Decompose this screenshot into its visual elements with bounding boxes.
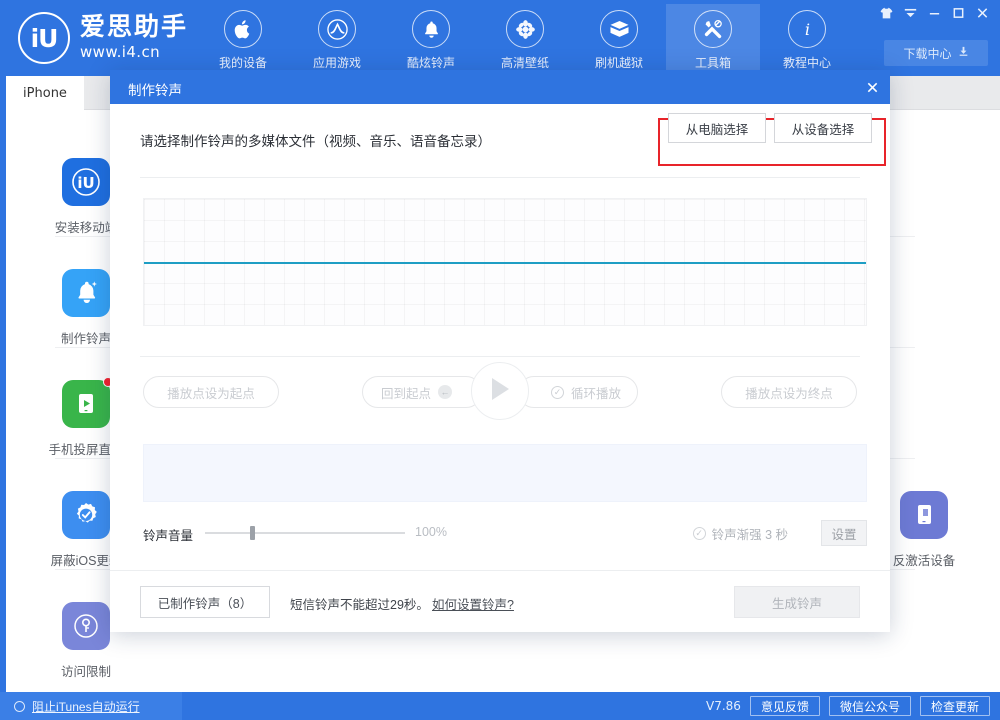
block-itunes-toggle[interactable]: 阻止iTunes自动运行 xyxy=(0,692,182,720)
back-to-start-label: 回到起点 xyxy=(381,383,431,402)
info-icon: i xyxy=(788,10,826,48)
status-bar: 阻止iTunes自动运行 V7.86 意见反馈 微信公众号 检查更新 xyxy=(0,692,1000,720)
generate-ringtone-button[interactable]: 生成铃声 xyxy=(734,586,860,618)
fade-in-label: 铃声渐强 3 秒 xyxy=(712,524,788,543)
tool-label: 反激活设备 xyxy=(893,550,956,569)
dialog-divider xyxy=(140,177,860,178)
loop-play-toggle[interactable]: ✓ 循环播放 xyxy=(518,376,638,408)
source-picker-row: 请选择制作铃声的多媒体文件（视频、音乐、语音备忘录） 从电脑选择 从设备选择 xyxy=(110,104,890,173)
dialog-divider xyxy=(140,356,860,357)
ringtone-bell-icon xyxy=(62,269,110,317)
back-arrow-icon: ← xyxy=(438,385,452,399)
dialog-title: 制作铃声 xyxy=(128,79,182,99)
volume-slider-handle[interactable] xyxy=(250,526,255,540)
picker-instruction: 请选择制作铃声的多媒体文件（视频、音乐、语音备忘录） xyxy=(140,130,491,150)
toggle-circle-icon xyxy=(14,701,25,712)
deactivate-device-icon xyxy=(900,491,948,539)
back-to-start-button[interactable]: 回到起点 ← xyxy=(362,376,482,408)
nav-label: 我的设备 xyxy=(219,54,267,71)
nav-label: 应用游戏 xyxy=(313,54,361,71)
nav-item-flash-jailbreak[interactable]: 刷机越狱 xyxy=(572,4,666,76)
maximize-icon[interactable] xyxy=(946,2,970,24)
timeline-overview-strip[interactable] xyxy=(143,444,867,502)
bell-icon xyxy=(412,10,450,48)
volume-value: 100% xyxy=(415,525,447,539)
screen-cast-icon xyxy=(62,380,110,428)
waveform-canvas[interactable] xyxy=(143,198,867,326)
volume-slider-track[interactable] xyxy=(205,532,405,534)
appstore-icon xyxy=(318,10,356,48)
set-start-label: 播放点设为起点 xyxy=(167,383,255,402)
flower-icon xyxy=(506,10,544,48)
svg-text:i: i xyxy=(804,20,809,39)
skin-icon[interactable] xyxy=(874,2,898,24)
version-label: V7.86 xyxy=(706,699,741,713)
check-update-button[interactable]: 检查更新 xyxy=(920,696,990,716)
close-icon[interactable] xyxy=(854,70,890,104)
download-icon xyxy=(958,46,969,60)
pick-from-computer-button[interactable]: 从电脑选择 xyxy=(668,113,766,143)
apple-icon xyxy=(224,10,262,48)
block-update-icon xyxy=(62,491,110,539)
download-center-button[interactable]: 下载中心 xyxy=(884,40,988,66)
close-icon[interactable] xyxy=(970,2,994,24)
brand-name: 爱思助手 xyxy=(80,15,188,40)
tool-label: 制作铃声 xyxy=(61,328,111,347)
nav-item-apps-games[interactable]: 应用游戏 xyxy=(290,4,384,76)
brand-url: www.i4.cn xyxy=(80,45,188,60)
nav-label: 教程中心 xyxy=(783,54,831,71)
nav-item-toolbox[interactable]: 工具箱 xyxy=(666,4,760,76)
nav-item-my-device[interactable]: 我的设备 xyxy=(196,4,290,76)
status-actions: V7.86 意见反馈 微信公众号 检查更新 xyxy=(706,692,990,720)
dialog-footer: 已制作铃声（8） 短信铃声不能超过29秒。 如何设置铃声? 生成铃声 xyxy=(110,570,890,632)
check-circle-icon: ✓ xyxy=(551,386,564,399)
footer-note: 短信铃声不能超过29秒。 xyxy=(290,594,429,613)
app-window: iU 爱思助手 www.i4.cn 我的设备 应用游戏 xyxy=(0,0,1000,720)
download-center-label: 下载中心 xyxy=(903,45,951,62)
svg-text:iU: iU xyxy=(77,174,94,192)
nav-label: 酷炫铃声 xyxy=(407,54,455,71)
ringtone-maker-dialog: 制作铃声 请选择制作铃声的多媒体文件（视频、音乐、语音备忘录） 从电脑选择 从设… xyxy=(110,70,890,632)
i4-app-icon: iU xyxy=(62,158,110,206)
brand-logo[interactable]: iU 爱思助手 www.i4.cn xyxy=(18,12,188,64)
play-icon xyxy=(488,376,512,407)
box-icon xyxy=(600,10,638,48)
brand-mark: iU xyxy=(18,12,70,64)
loop-play-label: 循环播放 xyxy=(571,383,621,402)
nav-label: 高清壁纸 xyxy=(501,54,549,71)
restriction-key-icon xyxy=(62,602,110,650)
how-to-set-ringtone-link[interactable]: 如何设置铃声? xyxy=(432,594,514,613)
nav-label: 工具箱 xyxy=(695,54,731,71)
tab-iphone[interactable]: iPhone xyxy=(6,76,84,110)
brand-text: 爱思助手 www.i4.cn xyxy=(80,15,188,62)
nav-label: 刷机越狱 xyxy=(595,54,643,71)
tools-icon xyxy=(694,10,732,48)
wechat-button[interactable]: 微信公众号 xyxy=(829,696,911,716)
pick-from-device-button[interactable]: 从设备选择 xyxy=(774,113,872,143)
nav-item-wallpaper[interactable]: 高清壁纸 xyxy=(478,4,572,76)
top-header-bar: iU 爱思助手 www.i4.cn 我的设备 应用游戏 xyxy=(0,0,1000,76)
volume-label: 铃声音量 xyxy=(143,525,193,544)
feedback-button[interactable]: 意见反馈 xyxy=(750,696,820,716)
set-end-point-button[interactable]: 播放点设为终点 xyxy=(721,376,857,408)
fade-settings-button[interactable]: 设置 xyxy=(821,520,867,546)
nav-item-tutorial[interactable]: i 教程中心 xyxy=(760,4,854,76)
nav-item-ringtones[interactable]: 酷炫铃声 xyxy=(384,4,478,76)
menu-chevron-icon[interactable] xyxy=(898,2,922,24)
set-end-label: 播放点设为终点 xyxy=(745,383,833,402)
tool-label: 访问限制 xyxy=(61,661,111,680)
play-button[interactable] xyxy=(471,362,529,420)
window-controls xyxy=(874,0,994,26)
made-ringtones-button[interactable]: 已制作铃声（8） xyxy=(140,586,270,618)
dialog-titlebar: 制作铃声 xyxy=(110,70,890,104)
check-circle-icon: ✓ xyxy=(693,527,706,540)
fade-in-toggle[interactable]: ✓ 铃声渐强 3 秒 xyxy=(693,524,788,543)
waveform-center-line xyxy=(144,262,866,264)
main-nav: 我的设备 应用游戏 酷炫铃声 高清壁纸 xyxy=(196,4,854,76)
set-start-point-button[interactable]: 播放点设为起点 xyxy=(143,376,279,408)
minimize-icon[interactable] xyxy=(922,2,946,24)
tool-label: 安装移动端 xyxy=(55,217,118,236)
block-itunes-label: 阻止iTunes自动运行 xyxy=(32,698,140,715)
